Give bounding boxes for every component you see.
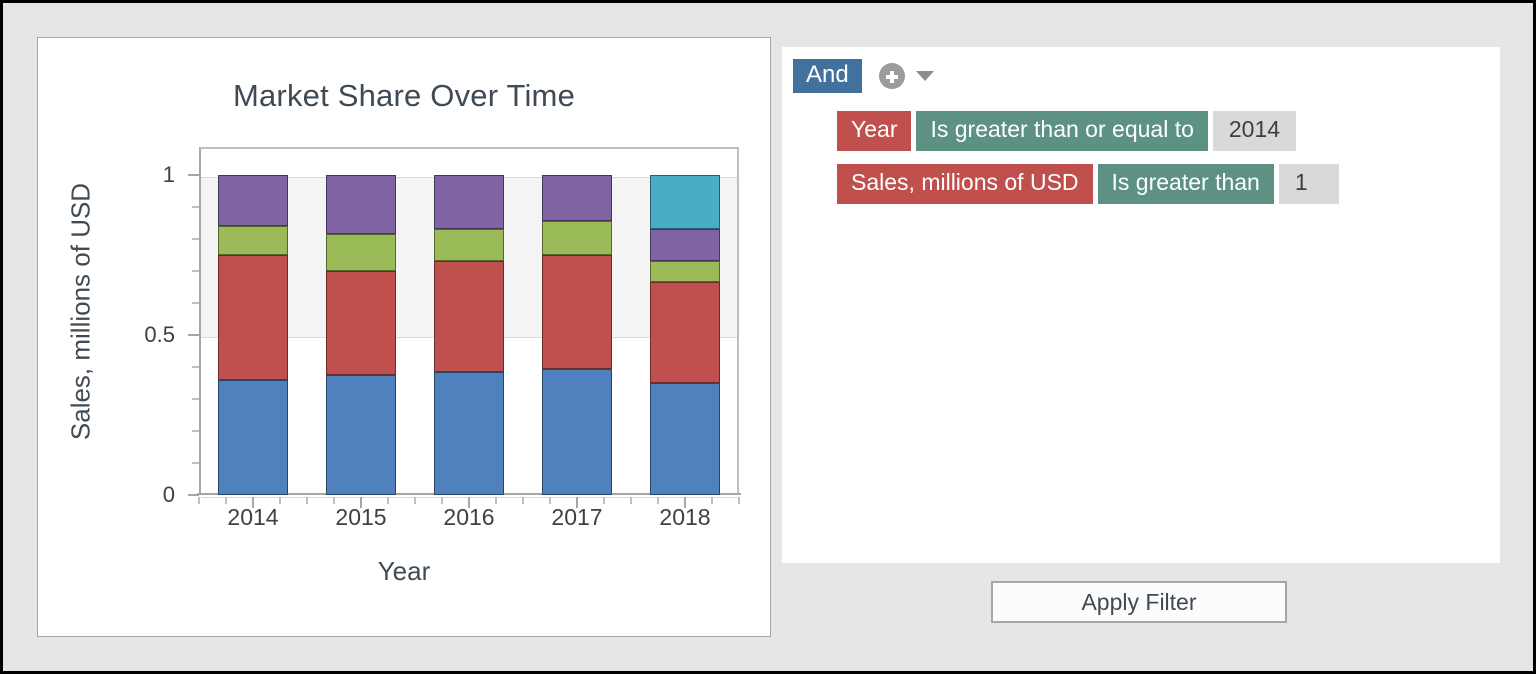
bar-segment[interactable] xyxy=(326,271,396,375)
bar-segment[interactable] xyxy=(326,175,396,234)
condition-field[interactable]: Year xyxy=(837,111,911,151)
bar-stack[interactable] xyxy=(326,147,396,495)
bar-segment[interactable] xyxy=(650,383,720,495)
x-minor-tick xyxy=(738,497,740,504)
bar-segment[interactable] xyxy=(650,229,720,261)
condition-value[interactable]: 1 xyxy=(1279,164,1339,204)
condition-operator[interactable]: Is greater than or equal to xyxy=(916,111,1207,151)
chart-panel: Market Share Over Time 0 0.5 1 2014 2015 2016… xyxy=(37,37,771,637)
x-minor-tick xyxy=(387,497,389,504)
bar-segment[interactable] xyxy=(542,255,612,369)
y-minor-tick xyxy=(192,238,199,240)
bar-segment[interactable] xyxy=(218,380,288,495)
y-minor-tick xyxy=(192,462,199,464)
bar-segment[interactable] xyxy=(542,221,612,255)
y-major-tick xyxy=(188,494,199,496)
bar-stack[interactable] xyxy=(218,147,288,495)
bar-segment[interactable] xyxy=(542,175,612,221)
x-minor-tick xyxy=(630,497,632,504)
x-minor-tick xyxy=(279,497,281,504)
filter-condition-row: Sales, millions of USD Is greater than 1 xyxy=(837,164,1339,204)
y-minor-tick xyxy=(192,398,199,400)
chart-title: Market Share Over Time xyxy=(38,78,770,114)
x-axis-title: Year xyxy=(38,556,770,587)
x-minor-tick xyxy=(495,497,497,504)
bar-segment[interactable] xyxy=(650,261,720,282)
bar-segment[interactable] xyxy=(326,234,396,271)
x-minor-tick xyxy=(711,497,713,504)
y-tick-label: 0 xyxy=(129,482,175,508)
x-minor-tick xyxy=(306,497,308,504)
y-minor-tick xyxy=(192,270,199,272)
bar-segment[interactable] xyxy=(218,255,288,380)
bar-segment[interactable] xyxy=(434,372,504,495)
bar-segment[interactable] xyxy=(542,369,612,495)
chevron-down-icon xyxy=(916,71,934,81)
y-minor-tick xyxy=(192,302,199,304)
x-minor-tick xyxy=(522,497,524,504)
condition-operator[interactable]: Is greater than xyxy=(1098,164,1274,204)
y-minor-tick xyxy=(192,366,199,368)
bar-stack[interactable] xyxy=(434,147,504,495)
add-condition-button[interactable] xyxy=(879,63,934,89)
x-tick-label: 2017 xyxy=(527,504,627,531)
x-tick-label: 2018 xyxy=(635,504,735,531)
filter-builder-panel: And Year Is greater than or equal to 201… xyxy=(782,47,1500,563)
app-root: Market Share Over Time 0 0.5 1 2014 2015 2016… xyxy=(3,3,1533,671)
y-major-tick xyxy=(188,174,199,176)
condition-value[interactable]: 2014 xyxy=(1213,111,1296,151)
x-minor-tick xyxy=(549,497,551,504)
x-minor-tick xyxy=(657,497,659,504)
apply-filter-button[interactable]: Apply Filter xyxy=(991,581,1287,623)
y-tick-label: 1 xyxy=(129,162,175,188)
y-minor-tick xyxy=(192,206,199,208)
bar-segment[interactable] xyxy=(434,229,504,261)
bar-segment[interactable] xyxy=(650,282,720,383)
x-minor-tick xyxy=(603,497,605,504)
condition-field[interactable]: Sales, millions of USD xyxy=(837,164,1093,204)
filter-condition-row: Year Is greater than or equal to 2014 xyxy=(837,111,1296,151)
bar-segment[interactable] xyxy=(650,175,720,229)
x-minor-tick xyxy=(198,497,200,504)
bar-stack[interactable] xyxy=(650,147,720,495)
apply-filter-label: Apply Filter xyxy=(1081,589,1196,616)
x-tick-label: 2016 xyxy=(419,504,519,531)
plus-circle-icon xyxy=(879,63,905,89)
bar-segment[interactable] xyxy=(434,261,504,371)
x-minor-tick xyxy=(441,497,443,504)
y-major-tick xyxy=(188,334,199,336)
bar-segment[interactable] xyxy=(218,226,288,255)
logic-operator-row: And xyxy=(793,59,934,93)
y-axis-title: Sales, millions of USD xyxy=(66,122,97,502)
bar-segment[interactable] xyxy=(218,175,288,226)
bar-segment[interactable] xyxy=(434,175,504,229)
bar-segment[interactable] xyxy=(326,375,396,495)
x-tick-label: 2014 xyxy=(203,504,303,531)
y-minor-tick xyxy=(192,430,199,432)
logic-operator-badge[interactable]: And xyxy=(793,59,862,93)
y-tick-label: 0.5 xyxy=(129,322,175,348)
bar-stack[interactable] xyxy=(542,147,612,495)
x-tick-label: 2015 xyxy=(311,504,411,531)
x-minor-tick xyxy=(414,497,416,504)
x-minor-tick xyxy=(225,497,227,504)
x-minor-tick xyxy=(333,497,335,504)
